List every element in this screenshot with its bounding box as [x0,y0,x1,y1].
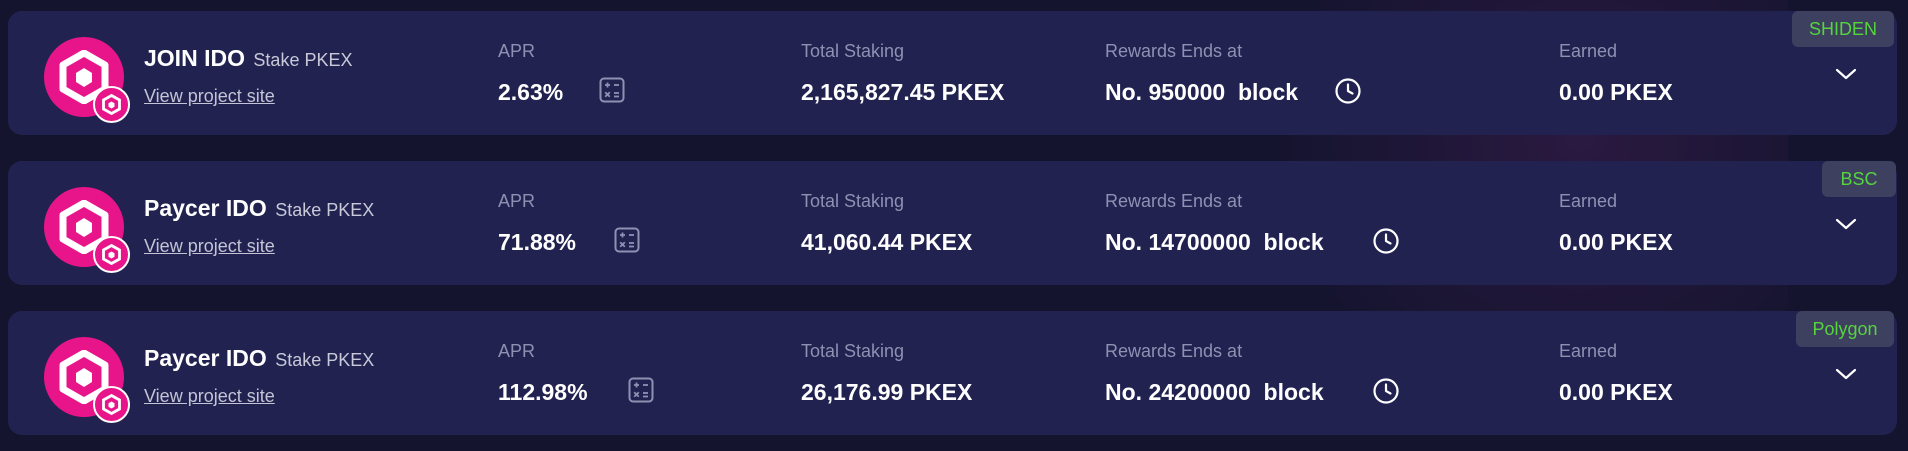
calculator-icon[interactable] [599,77,625,103]
total-staking-value: 41,060.44 PKEX [801,229,973,255]
pool-name: Paycer IDO [144,195,267,221]
pool-name: Paycer IDO [144,345,267,371]
total-staking-value: 26,176.99 PKEX [801,379,973,405]
calculator-icon[interactable] [628,377,654,403]
apr-label: APR [498,191,536,211]
total-staking-value: 2,165,827.45 PKEX [801,79,1005,105]
rewards-ends-label: Rewards Ends at [1105,191,1243,211]
earned-label: Earned [1559,41,1618,61]
pool-stake-label: Stake PKEX [275,350,375,370]
pool-title: Paycer IDO Stake PKEX [144,195,374,222]
pool-card-paycer-ido-bsc[interactable]: Paycer IDO Stake PKEX View project site … [8,161,1897,285]
clock-icon [1334,77,1362,105]
pool-list: JOIN IDO Stake PKEX View project site AP… [0,0,1908,451]
pool-title: JOIN IDO Stake PKEX [144,45,352,72]
paycer-logo-icon [44,337,130,423]
apr-value: 112.98% [498,379,588,405]
apr-value: 2.63% [498,79,564,105]
earned-value: 0.00 PKEX [1559,379,1673,405]
total-staking-label: Total Staking [801,41,905,61]
pool-title: Paycer IDO Stake PKEX [144,345,374,372]
rewards-ends-value: No. 950000 block [1105,79,1299,105]
network-badge: SHIDEN [1792,11,1894,47]
pool-stake-label: Stake PKEX [253,50,353,70]
clock-icon [1372,227,1400,255]
network-badge: BSC [1822,161,1896,197]
rewards-ends-label: Rewards Ends at [1105,41,1243,61]
chevron-down-icon[interactable] [1834,62,1858,86]
apr-label: APR [498,41,536,61]
apr-label: APR [498,341,536,361]
total-staking-label: Total Staking [801,191,905,211]
paycer-logo-icon [44,187,130,273]
apr-value: 71.88% [498,229,577,255]
paycer-logo-icon [44,37,130,123]
pool-card-paycer-ido-polygon[interactable]: Paycer IDO Stake PKEX View project site … [8,311,1897,435]
rewards-ends-value: No. 24200000 block [1105,379,1324,405]
earned-label: Earned [1559,341,1618,361]
pool-name: JOIN IDO [144,45,245,71]
logo-badge-icon [93,386,130,423]
earned-value: 0.00 PKEX [1559,79,1673,105]
earned-value: 0.00 PKEX [1559,229,1673,255]
calculator-icon[interactable] [614,227,640,253]
rewards-ends-value: No. 14700000 block [1105,229,1324,255]
chevron-down-icon[interactable] [1834,212,1858,236]
rewards-ends-label: Rewards Ends at [1105,341,1243,361]
clock-icon [1372,377,1400,405]
chevron-down-icon[interactable] [1834,362,1858,386]
view-project-link[interactable]: View project site [144,86,275,107]
pool-card-join-ido[interactable]: JOIN IDO Stake PKEX View project site AP… [8,11,1897,135]
view-project-link[interactable]: View project site [144,386,275,407]
logo-badge-icon [93,86,130,123]
pool-stake-label: Stake PKEX [275,200,375,220]
logo-badge-icon [93,236,130,273]
total-staking-label: Total Staking [801,341,905,361]
earned-label: Earned [1559,191,1618,211]
view-project-link[interactable]: View project site [144,236,275,257]
network-badge: Polygon [1796,311,1894,347]
